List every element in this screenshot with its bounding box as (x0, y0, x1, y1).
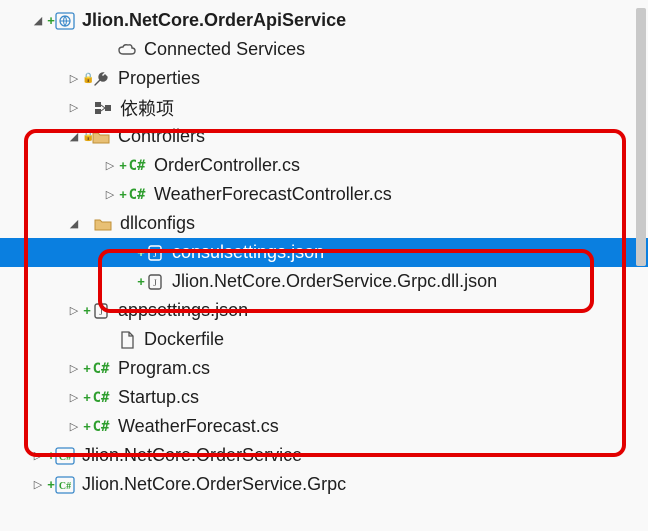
file-label: OrderController.cs (152, 155, 300, 176)
program-file[interactable]: ▷ + C# Program.cs (0, 354, 648, 383)
expand-icon[interactable]: ▷ (66, 391, 82, 404)
svg-text:C#: C# (59, 481, 71, 492)
csharp-file-icon: C# (90, 390, 112, 406)
svg-text:J: J (153, 249, 157, 259)
solution-explorer-tree: ◢ + Jlion.NetCore.OrderApiService ▷ Conn… (0, 0, 648, 505)
collapse-icon[interactable]: ◢ (30, 14, 46, 27)
file-label: appsettings.json (116, 300, 248, 321)
file-label: WeatherForecastController.cs (152, 184, 392, 205)
csharp-project-icon: C# (54, 476, 76, 494)
file-label: Startup.cs (116, 387, 199, 408)
file-label: Jlion.NetCore.OrderService.Grpc.dll.json (170, 271, 497, 292)
dependencies-node[interactable]: ▷ 依赖项 (0, 93, 648, 122)
file-icon (116, 331, 138, 349)
file-label: Dockerfile (142, 329, 224, 350)
svg-text:J: J (153, 278, 157, 288)
expand-icon[interactable]: ▷ (102, 188, 118, 201)
connected-services-label: Connected Services (142, 39, 305, 60)
project-name: Jlion.NetCore.OrderApiService (80, 10, 346, 31)
project-label: Jlion.NetCore.OrderService.Grpc (80, 474, 346, 495)
consulsettings-file[interactable]: ▷ + J consulsettings.json (0, 238, 648, 267)
dllconfigs-folder[interactable]: ◢ dllconfigs (0, 209, 648, 238)
folder-icon (92, 217, 114, 231)
csharp-file-icon: C# (90, 419, 112, 435)
controllers-label: Controllers (116, 126, 205, 147)
expand-icon[interactable]: ▷ (30, 449, 46, 462)
orderservice-project[interactable]: ▷ + C# Jlion.NetCore.OrderService (0, 441, 648, 470)
expand-icon[interactable]: ▷ (66, 420, 82, 433)
svg-text:C#: C# (59, 452, 71, 463)
dependencies-label: 依赖项 (118, 95, 174, 121)
scrollbar-vertical[interactable] (636, 8, 646, 266)
grpc-dll-json-file[interactable]: ▷ + J Jlion.NetCore.OrderService.Grpc.dl… (0, 267, 648, 296)
startup-file[interactable]: ▷ + C# Startup.cs (0, 383, 648, 412)
file-label: consulsettings.json (170, 242, 324, 263)
orderservice-grpc-project[interactable]: ▷ + C# Jlion.NetCore.OrderService.Grpc (0, 470, 648, 499)
appsettings-file[interactable]: ▷ + J appsettings.json (0, 296, 648, 325)
expand-icon[interactable]: ▷ (66, 72, 82, 85)
expand-icon[interactable]: ▷ (30, 478, 46, 491)
json-file-icon: J (144, 244, 166, 262)
connected-services-node[interactable]: ▷ Connected Services (0, 35, 648, 64)
web-project-icon (54, 12, 76, 30)
weatherforecast-file[interactable]: ▷ + C# WeatherForecast.cs (0, 412, 648, 441)
cloud-icon (116, 42, 138, 58)
csharp-file-icon: C# (126, 187, 148, 203)
svg-text:J: J (99, 307, 103, 317)
csharp-file-icon: C# (126, 158, 148, 174)
file-label: Program.cs (116, 358, 210, 379)
dependencies-icon (92, 101, 114, 115)
csharp-file-icon: C# (90, 361, 112, 377)
weather-controller-file[interactable]: ▷ + C# WeatherForecastController.cs (0, 180, 648, 209)
json-file-icon: J (144, 273, 166, 291)
order-controller-file[interactable]: ▷ + C# OrderController.cs (0, 151, 648, 180)
properties-label: Properties (116, 68, 200, 89)
csharp-project-icon: C# (54, 447, 76, 465)
dllconfigs-label: dllconfigs (118, 213, 195, 234)
json-file-icon: J (90, 302, 112, 320)
dockerfile[interactable]: ▷ Dockerfile (0, 325, 648, 354)
expand-icon[interactable]: ▷ (66, 362, 82, 375)
properties-node[interactable]: ▷ 🔒 Properties (0, 64, 648, 93)
file-label: WeatherForecast.cs (116, 416, 279, 437)
expand-icon[interactable]: ▷ (102, 159, 118, 172)
expand-icon[interactable]: ▷ (66, 101, 82, 114)
controllers-folder[interactable]: ◢ 🔒 Controllers (0, 122, 648, 151)
folder-icon (90, 130, 112, 144)
collapse-icon[interactable]: ◢ (66, 130, 82, 143)
wrench-icon (90, 70, 112, 88)
project-label: Jlion.NetCore.OrderService (80, 445, 302, 466)
expand-icon[interactable]: ▷ (66, 304, 82, 317)
collapse-icon[interactable]: ◢ (66, 217, 82, 230)
project-root[interactable]: ◢ + Jlion.NetCore.OrderApiService (0, 6, 648, 35)
